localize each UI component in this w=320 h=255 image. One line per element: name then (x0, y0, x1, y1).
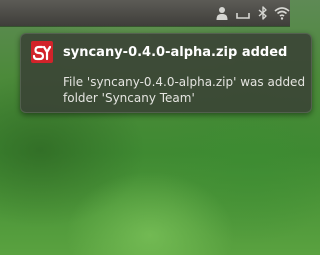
notification-body: File 'syncany-0.4.0-alpha.zip' was added… (63, 74, 309, 106)
top-panel (0, 0, 290, 26)
notification-body-line: folder 'Syncany Team' (63, 91, 195, 105)
user-icon[interactable] (214, 6, 230, 20)
notification-bubble[interactable]: syncany-0.4.0-alpha.zip added File 'sync… (20, 33, 312, 113)
bluetooth-icon[interactable] (257, 6, 269, 20)
notification-body-line: File 'syncany-0.4.0-alpha.zip' was added (63, 75, 306, 89)
wifi-icon[interactable] (274, 6, 290, 20)
notification-title: syncany-0.4.0-alpha.zip added (63, 45, 288, 60)
syncany-logo-icon (31, 41, 53, 63)
keyboard-icon[interactable] (236, 6, 250, 20)
